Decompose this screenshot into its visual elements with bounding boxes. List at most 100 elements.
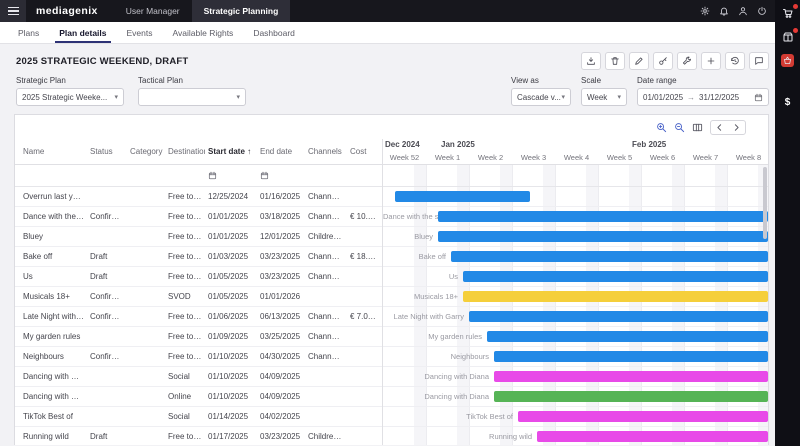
date-filter-button[interactable] xyxy=(260,171,269,180)
cell-destination: Social xyxy=(165,372,205,381)
gantt-bar-label: Bake off xyxy=(383,247,446,266)
gantt-bar[interactable] xyxy=(463,271,768,282)
trash-icon xyxy=(610,56,620,66)
gantt-controls xyxy=(656,120,746,135)
gantt-bar[interactable] xyxy=(463,291,768,302)
history-button[interactable] xyxy=(725,52,745,70)
gantt-bar[interactable] xyxy=(451,251,768,262)
gear-button[interactable] xyxy=(700,6,710,16)
zoom-in-button[interactable] xyxy=(656,122,667,133)
user-button[interactable] xyxy=(738,6,748,16)
column-header-start-date[interactable]: Start date ↑ xyxy=(205,147,257,156)
comments-button[interactable] xyxy=(749,52,769,70)
gantt-bar-label: Dance with the stars xyxy=(383,207,433,226)
table-row[interactable]: Overrun last yearFree to air12/25/202401… xyxy=(15,187,382,207)
gantt-bar[interactable] xyxy=(395,191,530,202)
cell-cost: € 10.000,00 xyxy=(347,212,382,221)
view-as-select[interactable]: Cascade v... ▾ xyxy=(511,88,571,106)
tab-plans[interactable]: Plans xyxy=(8,22,49,43)
tab-dashboard[interactable]: Dashboard xyxy=(243,22,305,43)
cell-channels: Channel 1 xyxy=(305,252,347,261)
menu-button[interactable] xyxy=(0,0,26,22)
scroll-left-button[interactable] xyxy=(711,121,728,134)
cell-name: Overrun last year xyxy=(15,192,87,201)
column-header-category[interactable]: Category xyxy=(127,147,165,156)
table-row[interactable]: BlueyFree to air01/01/202512/01/2025Chil… xyxy=(15,227,382,247)
gantt-bar[interactable] xyxy=(518,411,768,422)
cart-button[interactable] xyxy=(781,6,795,20)
scale-select[interactable]: Week ▾ xyxy=(581,88,627,106)
tools-button[interactable] xyxy=(677,52,697,70)
cell-start: 01/09/2025 xyxy=(205,332,257,341)
gantt-bar[interactable] xyxy=(537,431,768,442)
bell-button[interactable] xyxy=(719,6,729,16)
export-button[interactable] xyxy=(581,52,601,70)
nav-item-user-manager[interactable]: User Manager xyxy=(114,0,192,22)
table-row[interactable]: Musicals 18+ConfirmedSVOD01/05/202501/01… xyxy=(15,287,382,307)
gantt-bar[interactable] xyxy=(438,211,768,222)
cell-destination: Free to air xyxy=(165,232,205,241)
fit-columns-button[interactable] xyxy=(692,122,703,133)
vertical-scrollbar[interactable] xyxy=(763,167,767,239)
table-row[interactable]: UsDraftFree to air01/05/202503/23/2025Ch… xyxy=(15,267,382,287)
delete-button[interactable] xyxy=(605,52,625,70)
box-button[interactable] xyxy=(781,30,795,44)
cell-channels: Childrens channel xyxy=(305,432,347,441)
table-row[interactable]: My garden rulesFree to air01/09/202503/2… xyxy=(15,327,382,347)
gantt-bar[interactable] xyxy=(494,391,768,402)
tab-available-rights[interactable]: Available Rights xyxy=(163,22,244,43)
column-header-destination[interactable]: Destination xyxy=(165,147,205,156)
basket-button[interactable] xyxy=(781,54,794,67)
week-label: Week 8 xyxy=(727,153,768,162)
cell-cost: € 7.000,00 xyxy=(347,312,382,321)
cell-destination: SVOD xyxy=(165,292,205,301)
column-header-end-date[interactable]: End date xyxy=(257,147,305,156)
add-button[interactable] xyxy=(701,52,721,70)
column-header-status[interactable]: Status xyxy=(87,147,127,156)
date-to[interactable]: 31/12/2025 xyxy=(699,93,739,102)
table-row[interactable]: Dancing with DianaOnline01/10/202504/09/… xyxy=(15,387,382,407)
gantt-months: Dec 2024Jan 2025Feb 2025 xyxy=(383,139,768,151)
cell-name: Dancing with Diana xyxy=(15,372,87,381)
zoom-out-button[interactable] xyxy=(674,122,685,133)
date-filter-button[interactable] xyxy=(208,171,217,180)
gantt-bar[interactable] xyxy=(494,371,768,382)
column-header-name[interactable]: Name xyxy=(15,147,87,156)
basket-icon xyxy=(783,56,792,65)
cell-channels: Channel 1 xyxy=(305,212,347,221)
month-label: Jan 2025 xyxy=(441,140,475,149)
cell-start: 01/05/2025 xyxy=(205,272,257,281)
cell-end: 04/09/2025 xyxy=(257,392,305,401)
scroll-right-button[interactable] xyxy=(728,121,745,134)
column-header-cost[interactable]: Cost xyxy=(347,147,383,156)
strategic-plan-value: 2025 Strategic Weeke... xyxy=(22,93,107,102)
strategic-plan-select[interactable]: 2025 Strategic Weeke... ▾ xyxy=(16,88,124,106)
table-row[interactable]: Dance with the starsConfirmedFree to air… xyxy=(15,207,382,227)
power-button[interactable] xyxy=(757,6,767,16)
tactical-plan-select[interactable]: ▾ xyxy=(138,88,246,106)
table-row[interactable]: Dancing with DianaSocial01/10/202504/09/… xyxy=(15,367,382,387)
table-row[interactable]: Bake offDraftFree to air01/03/202503/23/… xyxy=(15,247,382,267)
access-button[interactable] xyxy=(653,52,673,70)
tab-plan-details[interactable]: Plan details xyxy=(49,22,116,43)
date-range-input[interactable]: 01/01/2025 → 31/12/2025 xyxy=(637,88,769,106)
gantt-bar[interactable] xyxy=(438,231,768,242)
tab-events[interactable]: Events xyxy=(117,22,163,43)
nav-item-strategic-planning[interactable]: Strategic Planning xyxy=(192,0,291,22)
table-row[interactable]: Late Night with GarryConfirmedFree to ai… xyxy=(15,307,382,327)
calendar-icon-slot[interactable] xyxy=(754,93,763,102)
table-row[interactable]: TikTok Best ofSocial01/14/202504/02/2025 xyxy=(15,407,382,427)
logo[interactable]: mediagenix xyxy=(36,5,98,17)
edit-button[interactable] xyxy=(629,52,649,70)
gantt-bar[interactable] xyxy=(487,331,768,342)
gantt-bar[interactable] xyxy=(469,311,768,322)
date-from[interactable]: 01/01/2025 xyxy=(643,93,683,102)
title-row: 2025 STRATEGIC WEEKEND, DRAFT xyxy=(16,48,769,74)
gantt-bar-label: Dancing with Diana xyxy=(383,387,489,406)
dollar-button[interactable]: $ xyxy=(781,95,795,109)
table-row[interactable]: NeighboursConfirmedFree to air01/10/2025… xyxy=(15,347,382,367)
table-row[interactable]: Running wildDraftFree to air01/17/202503… xyxy=(15,427,382,445)
column-header-channels[interactable]: Channels xyxy=(305,147,347,156)
gantt-bar[interactable] xyxy=(494,351,768,362)
cell-name: Musicals 18+ xyxy=(15,292,87,301)
